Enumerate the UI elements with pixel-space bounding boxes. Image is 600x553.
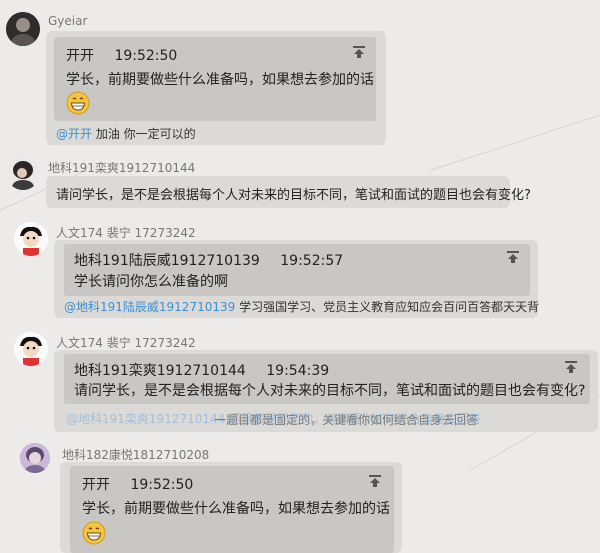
mention-link[interactable]: @开开	[56, 127, 92, 141]
mention-link[interactable]: @地科191陆辰威1912710139	[64, 300, 235, 314]
grin-emoji-icon	[66, 91, 90, 115]
avatar-icon	[6, 156, 40, 190]
quote-author: 地科191陆辰威1912710139	[74, 253, 260, 269]
quote-header: 开开 19:52:50	[66, 45, 177, 65]
reply-text: @开开 加油 你一定可以的	[56, 125, 196, 142]
pin-icon[interactable]	[506, 250, 520, 264]
reply-body: 加油 你一定可以的	[92, 127, 196, 141]
sender-name[interactable]: Gyeiar	[48, 14, 87, 28]
reply-body: 学习强国学习、党员主义教育应知应会百问百答都天天背	[235, 300, 540, 314]
quoted-message[interactable]: 地科191栾爽1912710144 19:54:39 请问学长，是不是会根据每个…	[64, 354, 590, 404]
quote-header: 地科191栾爽1912710144 19:54:39	[74, 360, 329, 380]
avatar-icon	[14, 332, 48, 366]
avatar[interactable]	[14, 222, 48, 256]
quoted-message[interactable]: 开开 19:52:50 学长，前期要做些什么准备吗，如果想去参加的话	[70, 466, 394, 553]
quote-header: 地科191陆辰威1912710139 19:52:57	[74, 250, 343, 270]
quote-time: 19:52:57	[280, 253, 344, 269]
sender-name[interactable]: 地科182康悦1812710208	[62, 446, 209, 463]
message-bubble[interactable]: 地科191陆辰威1912710139 19:52:57 学长请问你怎么准备的啊 …	[54, 240, 539, 318]
sender-name[interactable]: 人文174 裴宁 17273242	[56, 224, 196, 241]
avatar-icon	[14, 222, 48, 256]
grin-emoji-icon	[82, 521, 106, 545]
quote-header: 开开 19:52:50	[82, 474, 193, 494]
sender-name[interactable]: 人文174 裴宁 17273242	[56, 334, 196, 351]
background-curve	[429, 108, 600, 171]
quoted-message[interactable]: 地科191陆辰威1912710139 19:52:57 学长请问你怎么准备的啊	[64, 244, 530, 296]
message-bubble[interactable]: 地科191栾爽1912710144 19:54:39 请问学长，是不是会根据每个…	[54, 350, 598, 432]
quote-author: 开开	[66, 48, 94, 64]
pin-icon[interactable]	[564, 360, 578, 374]
quote-time: 19:52:50	[130, 477, 194, 493]
message-text: 请问学长，是不是会根据每个人对未来的目标不同，笔试和面试的题目也会有变化?	[56, 188, 531, 203]
avatar-icon	[20, 443, 50, 473]
reply-text: @地科191陆辰威1912710139 学习强国学习、党员主义教育应知应会百问百…	[64, 298, 539, 315]
quote-author: 地科191栾爽1912710144	[74, 363, 246, 379]
avatar[interactable]	[6, 156, 40, 190]
avatar[interactable]	[20, 443, 50, 473]
reply-text-ghost: 一题目都是固定的，关键看你如何结合自身去回答	[214, 413, 479, 427]
quote-time: 19:54:39	[266, 363, 330, 379]
avatar[interactable]	[6, 12, 40, 46]
message-bubble[interactable]: 开开 19:52:50 学长，前期要做些什么准备吗，如果想去参加的话 @开开 加…	[46, 31, 386, 145]
quote-text: 学长，前期要做些什么准备吗，如果想去参加的话	[82, 501, 390, 517]
avatar[interactable]	[14, 332, 48, 366]
pin-icon[interactable]	[352, 45, 366, 59]
quote-time: 19:52:50	[114, 48, 178, 64]
quote-text: 请问学长，是不是会根据每个人对未来的目标不同，笔试和面试的题目也会有变化?	[74, 383, 586, 399]
quoted-message[interactable]: 开开 19:52:50 学长，前期要做些什么准备吗，如果想去参加的话	[54, 37, 376, 121]
avatar-icon	[6, 12, 40, 46]
message-bubble[interactable]: 请问学长，是不是会根据每个人对未来的目标不同，笔试和面试的题目也会有变化?	[46, 176, 531, 208]
quote-author: 开开	[82, 477, 110, 493]
quote-text: 学长，前期要做些什么准备吗，如果想去参加的话	[66, 72, 374, 88]
sender-name[interactable]: 地科191栾爽1912710144	[48, 159, 195, 176]
message-bubble[interactable]: 开开 19:52:50 学长，前期要做些什么准备吗，如果想去参加的话	[60, 462, 402, 553]
pin-icon[interactable]	[368, 474, 382, 488]
quote-text: 学长请问你怎么准备的啊	[74, 274, 228, 290]
